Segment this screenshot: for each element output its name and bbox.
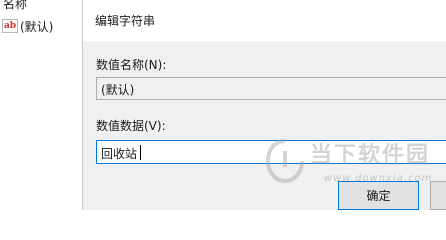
ok-button[interactable]: 确定 bbox=[338, 181, 419, 210]
string-value-icon-text: ab bbox=[3, 20, 17, 31]
name-column-header[interactable]: 名称 bbox=[3, 0, 27, 12]
registry-value-list: 名称 ab (默认) bbox=[0, 0, 82, 210]
dialog-body: 数值名称(N): (默认) 数值数据(V): 确定 bbox=[83, 41, 446, 210]
value-name-field[interactable]: (默认) bbox=[96, 77, 446, 100]
text-caret bbox=[140, 145, 141, 160]
value-data-input[interactable] bbox=[96, 140, 446, 164]
cancel-button[interactable] bbox=[430, 181, 446, 210]
dialog-title: 编辑字符串 bbox=[95, 14, 156, 28]
string-value-icon: ab bbox=[2, 19, 18, 33]
edit-string-dialog: 编辑字符串 数值名称(N): (默认) 数值数据(V): 确定 bbox=[82, 0, 446, 210]
registry-value-label: (默认) bbox=[20, 19, 54, 34]
value-data-label: 数值数据(V): bbox=[96, 119, 166, 133]
value-name-label: 数值名称(N): bbox=[96, 58, 167, 72]
dialog-title-bar[interactable]: 编辑字符串 bbox=[83, 0, 446, 41]
registry-value-row[interactable]: ab (默认) bbox=[2, 17, 53, 35]
